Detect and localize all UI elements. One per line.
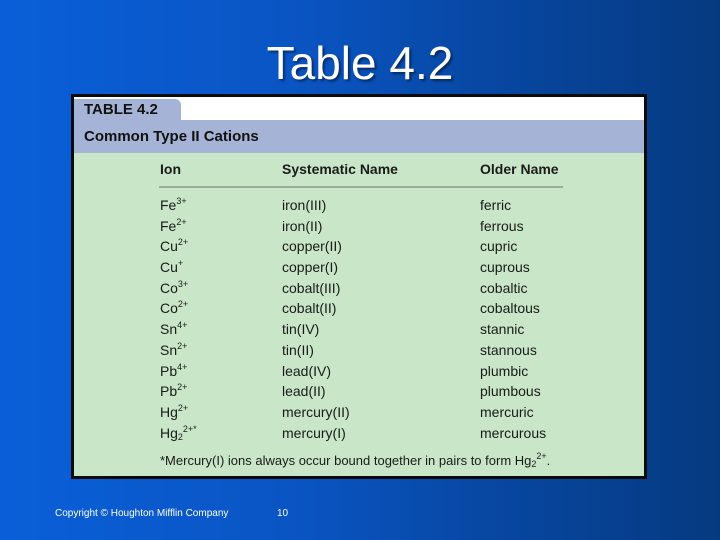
older-name-cell: cuprous [480, 259, 530, 276]
ion-charge: 4+ [177, 320, 188, 331]
footnote-superscript: 2+ [536, 451, 547, 461]
older-name-cell: plumbic [480, 362, 529, 379]
older-name-cell: ferric [480, 197, 512, 213]
ion-symbol: Hg [160, 424, 178, 441]
ion-charge: 3+ [176, 196, 187, 206]
systematic-name-cell: iron(II) [282, 217, 323, 234]
systematic-name-cell: lead(IV) [282, 362, 332, 379]
ion-symbol: Fe [160, 197, 177, 213]
ion-cell: Cu2+ [160, 236, 188, 257]
older-name-cell: mercuric [480, 403, 534, 420]
table-tab-row: TABLE 4.2 [74, 97, 644, 120]
table-row: Fe2+ iron(II) ferrous [74, 216, 644, 237]
older-name-cell: ferrous [480, 217, 524, 234]
table-row: Hg2+ mercury(II) mercuric [74, 402, 644, 423]
ion-charge: 4+ [177, 361, 188, 372]
header-divider [159, 186, 563, 188]
ion-charge: 2+ [177, 402, 189, 413]
ion-cell: Sn4+ [160, 319, 187, 340]
table-row: Cu2+ copper(II) cupric [74, 236, 644, 257]
table-row: Cu+ copper(I) cuprous [74, 257, 644, 278]
table-number-label: TABLE 4.2 [74, 99, 181, 120]
table-frame: TABLE 4.2 Common Type II Cations Ion Sys… [71, 94, 647, 479]
ion-cell: Fe2+ [160, 216, 187, 237]
older-name-cell: cupric [480, 238, 518, 255]
table-row: Co2+ cobalt(II) cobaltous [74, 298, 644, 319]
ion-cell: Co3+ [160, 278, 188, 299]
table-row: Hg22+* mercury(I) mercurous [74, 423, 644, 444]
ion-symbol: Fe [160, 217, 177, 234]
table-caption: Common Type II Cations [74, 120, 644, 153]
table-row: Co3+ cobalt(III) cobaltic [74, 278, 644, 299]
systematic-name-cell: iron(III) [282, 197, 327, 213]
copyright-notice: Copyright © Houghton Mifflin Company [55, 508, 229, 519]
column-header-older-name: Older Name [480, 161, 559, 177]
page-number: 10 [277, 508, 289, 519]
ion-charge: 2+* [182, 423, 197, 434]
ion-charge: 2+ [177, 237, 189, 248]
ion-cell: Pb2+ [160, 381, 187, 402]
systematic-name-cell: mercury(II) [282, 403, 350, 420]
ion-cell: Hg22+* [160, 423, 197, 444]
older-name-cell: stannous [480, 341, 537, 358]
ion-charge: 2+ [177, 340, 188, 351]
ion-charge: 3+ [177, 278, 189, 289]
ion-symbol: Co [160, 279, 178, 296]
ion-cell: Pb4+ [160, 361, 187, 382]
column-header-ion: Ion [160, 161, 181, 177]
systematic-name-cell: tin(IV) [282, 321, 320, 338]
older-name-cell: plumbous [480, 383, 541, 400]
footnote-text: *Mercury(I) ions always occur bound toge… [160, 453, 532, 468]
systematic-name-cell: copper(I) [282, 259, 339, 276]
older-name-cell: cobaltous [480, 300, 540, 317]
ion-cell: Sn2+ [160, 340, 187, 361]
ion-symbol: Sn [160, 321, 178, 338]
column-header-systematic-name: Systematic Name [282, 161, 398, 177]
table-row: Fe3+ iron(III) ferric [74, 195, 644, 216]
table-row: Pb4+ lead(IV) plumbic [74, 361, 644, 382]
ion-symbol: Cu [160, 259, 178, 276]
ion-charge: 2+ [177, 382, 188, 393]
ion-cell: Fe3+ [160, 195, 187, 216]
ion-cell: Hg2+ [160, 402, 188, 423]
table-row: Sn4+ tin(IV) stannic [74, 319, 644, 340]
systematic-name-cell: cobalt(II) [282, 300, 337, 317]
ion-symbol: Pb [160, 383, 178, 400]
ion-symbol: Hg [160, 403, 178, 420]
ion-symbol: Co [160, 300, 178, 317]
ion-charge: 2+ [176, 216, 187, 227]
older-name-cell: mercurous [480, 424, 547, 441]
ion-charge: 2+ [177, 299, 189, 310]
ion-symbol: Sn [160, 341, 178, 358]
systematic-name-cell: tin(II) [282, 341, 314, 358]
ion-charge: + [177, 258, 184, 269]
systematic-name-cell: cobalt(III) [282, 279, 341, 296]
systematic-name-cell: lead(II) [282, 383, 326, 400]
older-name-cell: stannic [480, 321, 525, 338]
systematic-name-cell: copper(II) [282, 238, 342, 255]
slide-title: Table 4.2 [266, 37, 454, 89]
ion-cell: Co2+ [160, 298, 188, 319]
ion-symbol: Pb [160, 362, 178, 379]
table-row: Pb2+ lead(II) plumbous [74, 381, 644, 402]
table-row: Sn2+ tin(II) stannous [74, 340, 644, 361]
footnote: *Mercury(I) ions always occur bound toge… [160, 451, 551, 469]
footnote-end: . [546, 453, 551, 468]
systematic-name-cell: mercury(I) [282, 424, 346, 441]
older-name-cell: cobaltic [480, 279, 528, 296]
table-body: Fe3+ iron(III) ferric Fe2+ iron(II) ferrous Cu… [74, 195, 644, 443]
ion-cell: Cu+ [160, 257, 183, 278]
ion-symbol: Cu [160, 238, 178, 255]
